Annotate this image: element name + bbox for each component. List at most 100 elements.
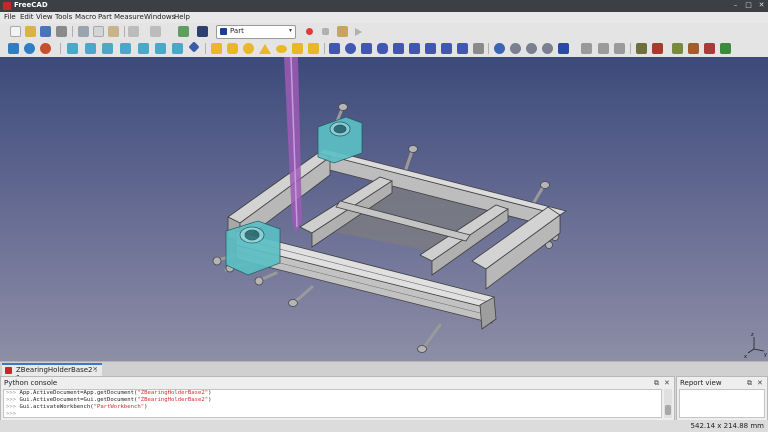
close-tab-icon[interactable]: × [92, 365, 98, 373]
new-document-icon[interactable] [10, 26, 21, 37]
report-view-output[interactable] [679, 389, 765, 418]
3d-viewport[interactable]: z y x [0, 57, 768, 361]
shape-from-mesh-icon[interactable] [704, 43, 715, 54]
measure-distance-icon[interactable] [188, 41, 200, 53]
draw-style-icon[interactable] [40, 43, 51, 54]
menu-measure[interactable]: Measure [114, 13, 144, 21]
workbench-selector[interactable]: Part ▾ [216, 25, 296, 39]
mirror-icon[interactable] [361, 43, 372, 54]
close-button[interactable]: ✕ [757, 1, 766, 10]
menu-edit[interactable]: Edit [20, 13, 34, 21]
toggle-delta-icon[interactable] [652, 43, 663, 54]
refresh-icon[interactable] [178, 26, 189, 37]
whats-this-icon[interactable] [197, 26, 208, 37]
fit-selection-icon[interactable] [24, 43, 35, 54]
redo-icon[interactable] [150, 26, 161, 37]
top-view-icon[interactable] [102, 43, 113, 54]
float-panel-icon[interactable]: ⧉ [747, 379, 752, 388]
menu-view[interactable]: View [36, 13, 53, 21]
sweep-icon[interactable] [457, 43, 468, 54]
view-toolbar [0, 40, 768, 58]
copy-icon[interactable] [93, 26, 104, 37]
ruled-surface-icon[interactable] [425, 43, 436, 54]
rear-view-icon[interactable] [138, 43, 149, 54]
float-panel-icon[interactable]: ⧉ [654, 379, 659, 388]
fillet-icon[interactable] [377, 43, 388, 54]
extrude-icon[interactable] [329, 43, 340, 54]
part-attachment-icon[interactable] [720, 43, 731, 54]
common-icon[interactable] [542, 43, 553, 54]
report-view-title: Report view [680, 379, 722, 387]
fit-all-icon[interactable] [8, 43, 19, 54]
view-dimensions: 542.14 x 214.88 mm [690, 422, 764, 430]
cut-icon[interactable] [78, 26, 89, 37]
part-cylinder-icon[interactable] [227, 43, 238, 54]
part-box-icon[interactable] [211, 43, 222, 54]
right-view-icon[interactable] [120, 43, 131, 54]
part-cone-icon[interactable] [259, 44, 271, 54]
undo-icon[interactable] [128, 26, 139, 37]
stop-macro-icon[interactable] [322, 28, 329, 35]
loft-icon[interactable] [441, 43, 452, 54]
console-line: >>> Gui.ActiveDocument=Gui.getDocument("… [6, 397, 212, 403]
menu-bar: File Edit View Tools Macro Part Measure … [0, 12, 768, 23]
section-icon[interactable] [473, 43, 484, 54]
close-panel-icon[interactable]: ✕ [757, 379, 763, 387]
revolve-icon[interactable] [345, 43, 356, 54]
main-toolbar: Part ▾ [0, 23, 768, 41]
make-face-icon[interactable] [409, 43, 420, 54]
console-line: >>> App.ActiveDocument=App.getDocument("… [6, 390, 212, 396]
document-tab-bar: ZBearingHolderBase2 : 1 × [0, 361, 768, 382]
boolean-icon[interactable] [494, 43, 505, 54]
left-view-icon[interactable] [172, 43, 183, 54]
open-folder-icon[interactable] [25, 26, 36, 37]
save-icon[interactable] [40, 26, 51, 37]
menu-help[interactable]: Help [174, 13, 190, 21]
part-primitives-icon[interactable] [292, 43, 303, 54]
toolbar-separator [488, 43, 489, 54]
cut-boolean-icon[interactable] [510, 43, 521, 54]
python-console-title: Python console [4, 379, 58, 387]
paste-icon[interactable] [108, 26, 119, 37]
run-macro-icon[interactable] [355, 28, 362, 36]
part-torus-icon[interactable] [276, 45, 287, 53]
tab-document[interactable]: ZBearingHolderBase2 : 1 × [2, 363, 102, 382]
menu-macro[interactable]: Macro [75, 13, 96, 21]
isometric-view-icon[interactable] [67, 43, 78, 54]
measure-angular-icon[interactable] [581, 43, 592, 54]
measure-clear-icon[interactable] [614, 43, 625, 54]
measure-refresh-icon[interactable] [598, 43, 609, 54]
console-line: >>> Gui.activateWorkbench("PartWorkbench… [6, 404, 148, 410]
menu-file[interactable]: File [4, 13, 16, 21]
menu-part[interactable]: Part [98, 13, 112, 21]
bottom-view-icon[interactable] [155, 43, 166, 54]
print-icon[interactable] [56, 26, 67, 37]
console-input-line[interactable]: >>> [6, 411, 661, 417]
toolbar-separator [72, 26, 73, 37]
3d-model-view[interactable]: z y x [0, 57, 768, 361]
toolbar-separator [60, 43, 61, 54]
record-macro-icon[interactable] [306, 28, 313, 35]
measure-linear-icon[interactable] [558, 43, 569, 54]
defeaturing-icon[interactable] [688, 43, 699, 54]
minimize-button[interactable]: – [731, 1, 740, 10]
python-console-output[interactable]: >>> App.ActiveDocument=App.getDocument("… [3, 389, 662, 418]
scrollbar-thumb[interactable] [665, 405, 671, 415]
console-scrollbar[interactable] [664, 389, 672, 418]
check-geometry-icon[interactable] [672, 43, 683, 54]
fuse-icon[interactable] [526, 43, 537, 54]
maximize-button[interactable]: □ [744, 1, 753, 10]
toggle-3d-icon[interactable] [636, 43, 647, 54]
shape-builder-icon[interactable] [308, 43, 319, 54]
axis-z-label: z [751, 332, 754, 338]
chevron-down-icon: ▾ [288, 27, 292, 34]
close-panel-icon[interactable]: ✕ [664, 379, 670, 387]
menu-windows[interactable]: Windows [144, 13, 175, 21]
menu-tools[interactable]: Tools [55, 13, 72, 21]
part-sphere-icon[interactable] [243, 43, 254, 54]
front-view-icon[interactable] [85, 43, 96, 54]
axis-y-label: y [764, 352, 767, 358]
chamfer-icon[interactable] [393, 43, 404, 54]
document-icon [5, 367, 12, 374]
edit-macro-icon[interactable] [337, 26, 348, 37]
